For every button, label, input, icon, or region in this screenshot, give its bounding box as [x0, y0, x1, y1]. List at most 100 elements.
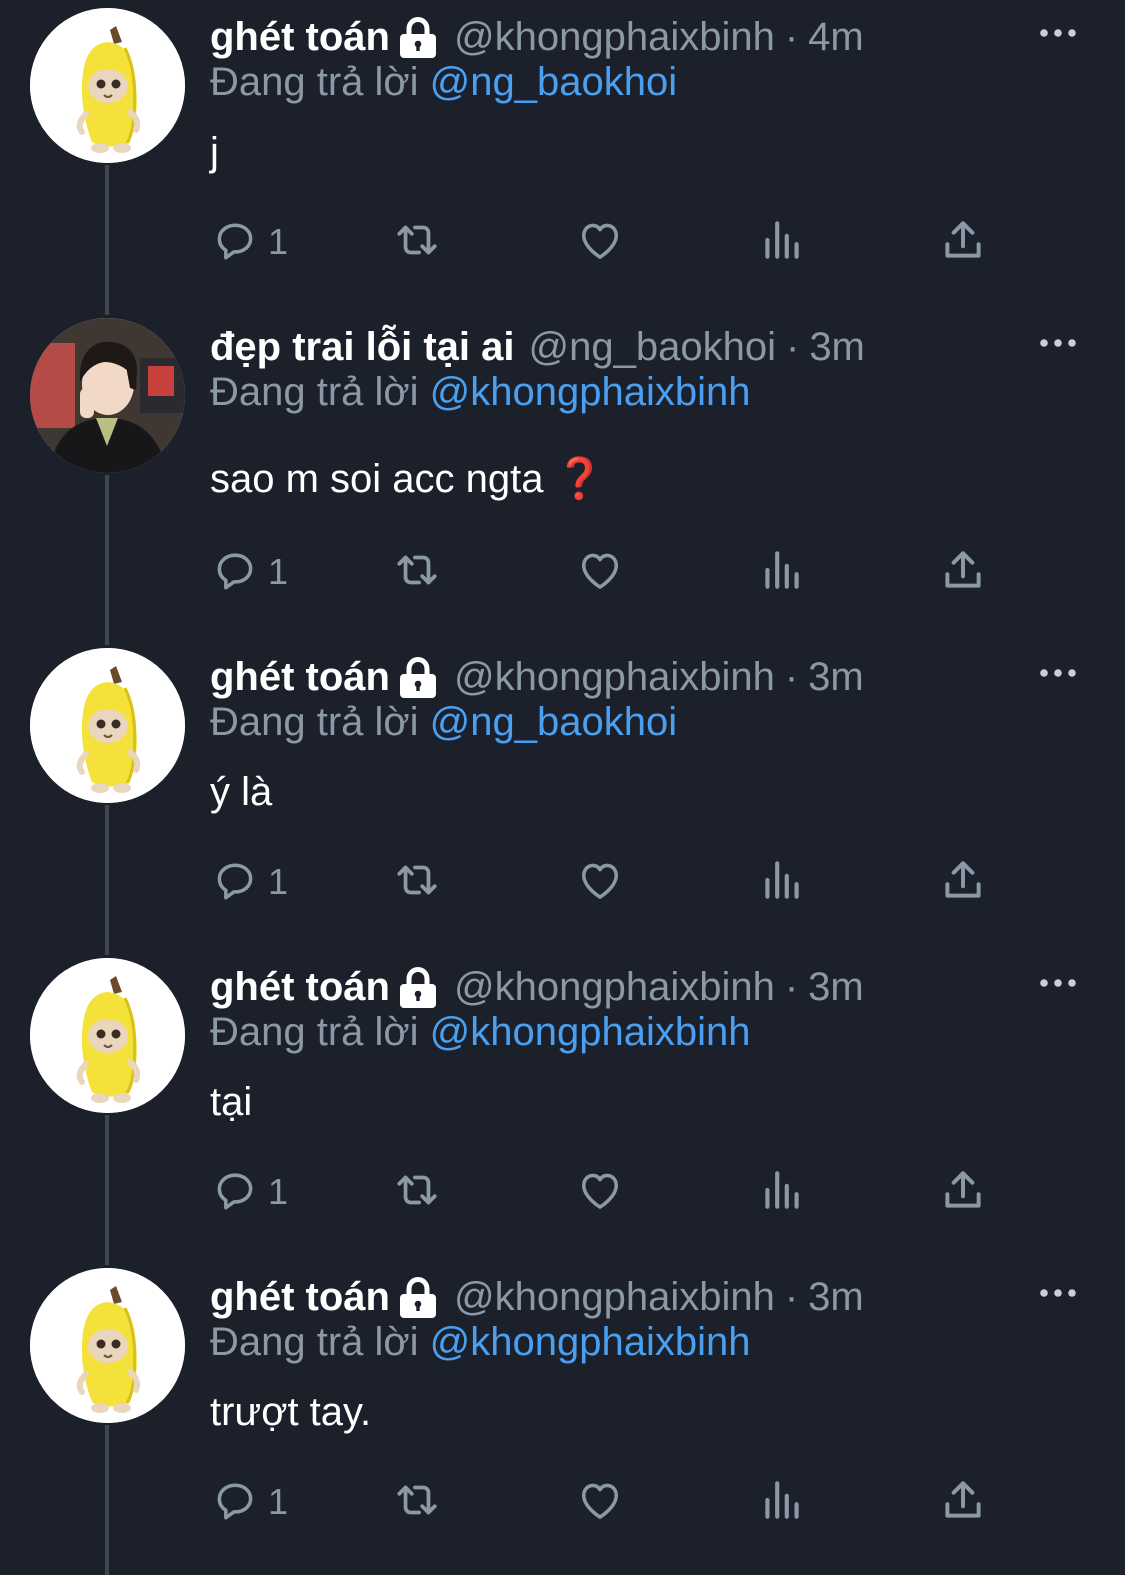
tweet-text: j [210, 130, 219, 175]
like-button[interactable] [575, 542, 625, 602]
views-button[interactable] [757, 542, 807, 602]
tweet-actions: 1 [0, 1162, 1125, 1222]
heart-icon [575, 215, 625, 270]
share-icon [938, 215, 988, 270]
views-button[interactable] [757, 1162, 807, 1222]
lock-icon [398, 965, 438, 1009]
user-handle[interactable]: @ng_baokhoi [529, 325, 776, 370]
tweet-actions: 1 [0, 852, 1125, 912]
tweet-actions: 1 [0, 212, 1125, 272]
reply-button[interactable]: 1 [210, 1162, 288, 1222]
separator-dot: · [785, 324, 800, 369]
avatar[interactable] [30, 318, 185, 473]
reply-button[interactable]: 1 [210, 542, 288, 602]
share-button[interactable] [938, 212, 988, 272]
tweet-header: ghét toán @khongphaixbinh · 4m [210, 12, 864, 62]
more-options-icon[interactable] [1036, 328, 1080, 358]
lock-icon [398, 1275, 438, 1319]
retweet-icon [392, 1475, 442, 1530]
replying-to-label: Đang trả lời [210, 1010, 419, 1054]
display-name[interactable]: ghét toán [210, 1275, 390, 1320]
display-name[interactable]: ghét toán [210, 655, 390, 700]
tweet-header: ghét toán @khongphaixbinh · 3m [210, 962, 864, 1012]
retweet-button[interactable] [392, 1162, 442, 1222]
replying-to: Đang trả lời @ng_baokhoi [210, 700, 677, 745]
timestamp[interactable]: 3m [809, 325, 865, 370]
reply-count: 1 [268, 861, 289, 902]
separator-dot: · [784, 654, 799, 699]
tweet-text-content: trượt tay. [210, 1390, 372, 1434]
reply-icon [210, 855, 260, 910]
heart-icon [575, 855, 625, 910]
retweet-button[interactable] [392, 542, 442, 602]
user-handle[interactable]: @khongphaixbinh [454, 965, 775, 1010]
more-options-icon[interactable] [1036, 658, 1080, 688]
more-options-icon[interactable] [1036, 968, 1080, 998]
mention-link[interactable]: @khongphaixbinh [430, 1010, 751, 1054]
retweet-icon [392, 545, 442, 600]
reply-button[interactable]: 1 [210, 212, 288, 272]
user-handle[interactable]: @khongphaixbinh [454, 15, 775, 60]
reply-count: 1 [268, 221, 289, 262]
avatar[interactable] [30, 8, 185, 163]
replying-to-label: Đang trả lời [210, 700, 419, 744]
display-name[interactable]: đẹp trai lỗi tại ai [210, 325, 515, 370]
avatar[interactable] [30, 958, 185, 1113]
separator-dot: · [784, 964, 799, 1009]
timestamp[interactable]: 3m [808, 655, 864, 700]
like-button[interactable] [575, 212, 625, 272]
share-button[interactable] [938, 852, 988, 912]
timestamp[interactable]: 4m [808, 15, 864, 60]
views-button[interactable] [757, 852, 807, 912]
lock-icon [398, 655, 438, 699]
tweet-text-content: sao m soi acc ngta [210, 457, 544, 501]
more-options-icon[interactable] [1036, 18, 1080, 48]
share-button[interactable] [938, 1472, 988, 1532]
reply-button[interactable]: 1 [210, 852, 288, 912]
avatar[interactable] [30, 648, 185, 803]
share-icon [938, 545, 988, 600]
user-handle[interactable]: @khongphaixbinh [454, 655, 775, 700]
tweet-header: ghét toán @khongphaixbinh · 3m [210, 1272, 864, 1322]
reply-count: 1 [268, 1171, 289, 1212]
avatar[interactable] [30, 1268, 185, 1423]
display-name[interactable]: ghét toán [210, 965, 390, 1010]
share-button[interactable] [938, 542, 988, 602]
mention-link[interactable]: @khongphaixbinh [430, 370, 751, 414]
views-button[interactable] [757, 212, 807, 272]
reply-count: 1 [268, 551, 289, 592]
more-options-icon[interactable] [1036, 1278, 1080, 1308]
retweet-button[interactable] [392, 212, 442, 272]
heart-icon [575, 1165, 625, 1220]
reply-icon [210, 1165, 260, 1220]
like-button[interactable] [575, 1472, 625, 1532]
replying-to-label: Đang trả lời [210, 370, 419, 414]
user-handle[interactable]: @khongphaixbinh [454, 1275, 775, 1320]
reply-button[interactable]: 1 [210, 1472, 288, 1532]
views-button[interactable] [757, 1472, 807, 1532]
like-button[interactable] [575, 1162, 625, 1222]
share-icon [938, 1475, 988, 1530]
replying-to: Đang trả lời @khongphaixbinh [210, 1010, 751, 1055]
retweet-button[interactable] [392, 1472, 442, 1532]
timestamp[interactable]: 3m [808, 1275, 864, 1320]
mention-link[interactable]: @khongphaixbinh [430, 1320, 751, 1364]
bar-chart-icon [757, 215, 807, 270]
tweet-actions: 1 [0, 542, 1125, 602]
mention-link[interactable]: @ng_baokhoi [430, 700, 677, 744]
retweet-icon [392, 855, 442, 910]
mention-link[interactable]: @ng_baokhoi [430, 60, 677, 104]
reply-icon [210, 545, 260, 600]
timestamp[interactable]: 3m [808, 965, 864, 1010]
tweet-text-content: j [210, 130, 219, 174]
share-button[interactable] [938, 1162, 988, 1222]
separator-dot: · [784, 14, 799, 59]
retweet-button[interactable] [392, 852, 442, 912]
bar-chart-icon [757, 855, 807, 910]
tweet-text: sao m soi acc ngta ❓ [210, 455, 604, 502]
tweet-header: đẹp trai lỗi tại ai @ng_baokhoi · 3m [210, 322, 865, 372]
like-button[interactable] [575, 852, 625, 912]
tweet-header: ghét toán @khongphaixbinh · 3m [210, 652, 864, 702]
display-name[interactable]: ghét toán [210, 15, 390, 60]
bar-chart-icon [757, 545, 807, 600]
